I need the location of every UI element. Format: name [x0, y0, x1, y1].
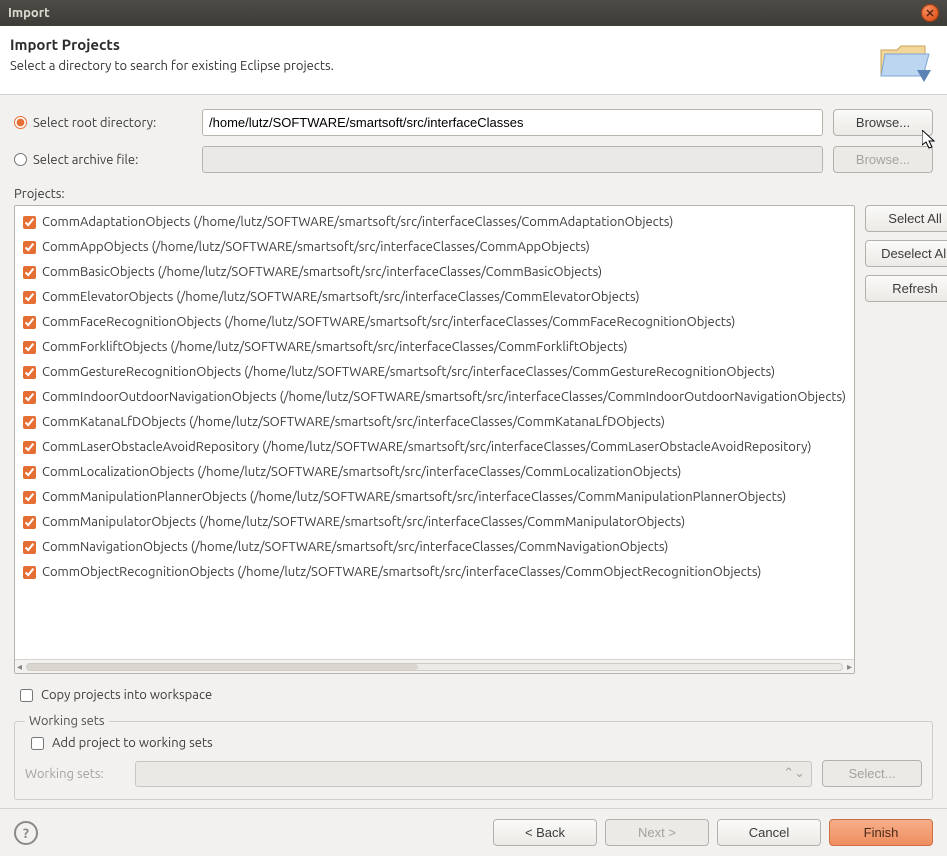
scroll-right-icon[interactable]: ▸	[847, 661, 852, 673]
project-item[interactable]: CommGestureRecognitionObjects (/home/lut…	[15, 360, 854, 385]
archive-file-radio-label: Select archive file:	[33, 153, 138, 167]
scroll-thumb[interactable]	[27, 664, 418, 670]
close-icon[interactable]: ✕	[921, 4, 939, 22]
deselect-all-button[interactable]: Deselect All	[865, 240, 947, 267]
archive-file-radio-input[interactable]	[14, 153, 27, 166]
add-to-working-sets-checkbox[interactable]: Add project to working sets	[25, 736, 922, 750]
project-item[interactable]: CommNavigationObjects (/home/lutz/SOFTWA…	[15, 535, 854, 560]
project-checkbox[interactable]	[23, 466, 36, 479]
project-label: CommBasicObjects (/home/lutz/SOFTWARE/sm…	[42, 262, 602, 283]
back-button[interactable]: < Back	[493, 819, 597, 846]
project-checkbox[interactable]	[23, 441, 36, 454]
projects-label: Projects:	[14, 187, 933, 201]
page-subtitle: Select a directory to search for existin…	[10, 59, 877, 73]
project-label: CommObjectRecognitionObjects (/home/lutz…	[42, 562, 761, 583]
project-checkbox[interactable]	[23, 291, 36, 304]
cancel-button[interactable]: Cancel	[717, 819, 821, 846]
finish-button[interactable]: Finish	[829, 819, 933, 846]
project-item[interactable]: CommBasicObjects (/home/lutz/SOFTWARE/sm…	[15, 260, 854, 285]
project-item[interactable]: CommAppObjects (/home/lutz/SOFTWARE/smar…	[15, 235, 854, 260]
project-label: CommKatanaLfDObjects (/home/lutz/SOFTWAR…	[42, 412, 665, 433]
root-directory-radio-label: Select root directory:	[33, 116, 156, 130]
root-directory-radio-input[interactable]	[14, 116, 27, 129]
scroll-left-icon[interactable]: ◂	[17, 661, 22, 673]
project-item[interactable]: CommAdaptationObjects (/home/lutz/SOFTWA…	[15, 210, 854, 235]
project-item[interactable]: CommLaserObstacleAvoidRepository (/home/…	[15, 435, 854, 460]
refresh-button[interactable]: Refresh	[865, 275, 947, 302]
project-checkbox[interactable]	[23, 316, 36, 329]
root-directory-radio[interactable]: Select root directory:	[14, 116, 192, 130]
project-item[interactable]: CommFaceRecognitionObjects (/home/lutz/S…	[15, 310, 854, 335]
archive-file-input	[202, 146, 823, 173]
page-title: Import Projects	[10, 36, 877, 53]
browse-archive-button: Browse...	[833, 146, 933, 173]
project-label: CommGestureRecognitionObjects (/home/lut…	[42, 362, 775, 383]
project-item[interactable]: CommManipulationPlannerObjects (/home/lu…	[15, 485, 854, 510]
project-checkbox[interactable]	[23, 391, 36, 404]
project-label: CommAdaptationObjects (/home/lutz/SOFTWA…	[42, 212, 673, 233]
project-label: CommNavigationObjects (/home/lutz/SOFTWA…	[42, 537, 668, 558]
help-icon[interactable]: ?	[14, 821, 38, 845]
project-checkbox[interactable]	[23, 241, 36, 254]
project-checkbox[interactable]	[23, 516, 36, 529]
project-checkbox[interactable]	[23, 266, 36, 279]
archive-file-radio[interactable]: Select archive file:	[14, 153, 192, 167]
project-label: CommManipulatorObjects (/home/lutz/SOFTW…	[42, 512, 685, 533]
project-label: CommLaserObstacleAvoidRepository (/home/…	[42, 437, 811, 458]
project-label: CommAppObjects (/home/lutz/SOFTWARE/smar…	[42, 237, 590, 258]
project-label: CommFaceRecognitionObjects (/home/lutz/S…	[42, 312, 735, 333]
scroll-track[interactable]	[26, 663, 843, 671]
project-item[interactable]: CommLocalizationObjects (/home/lutz/SOFT…	[15, 460, 854, 485]
project-label: CommIndoorOutdoorNavigationObjects (/hom…	[42, 387, 846, 408]
import-folder-icon	[877, 36, 931, 84]
project-checkbox[interactable]	[23, 216, 36, 229]
wizard-header: Import Projects Select a directory to se…	[0, 26, 947, 95]
project-checkbox[interactable]	[23, 566, 36, 579]
project-checkbox[interactable]	[23, 416, 36, 429]
next-button: Next >	[605, 819, 709, 846]
working-sets-combo-label: Working sets:	[25, 767, 125, 781]
project-checkbox[interactable]	[23, 341, 36, 354]
root-directory-input[interactable]	[202, 109, 823, 136]
copy-into-workspace-checkbox[interactable]: Copy projects into workspace	[14, 688, 933, 702]
project-checkbox[interactable]	[23, 541, 36, 554]
project-label: CommElevatorObjects (/home/lutz/SOFTWARE…	[42, 287, 640, 308]
add-to-working-sets-label: Add project to working sets	[52, 736, 213, 750]
project-checkbox[interactable]	[23, 491, 36, 504]
project-item[interactable]: CommElevatorObjects (/home/lutz/SOFTWARE…	[15, 285, 854, 310]
project-item[interactable]: CommManipulatorObjects (/home/lutz/SOFTW…	[15, 510, 854, 535]
projects-horizontal-scrollbar[interactable]: ◂ ▸	[15, 659, 854, 673]
project-checkbox[interactable]	[23, 366, 36, 379]
project-item[interactable]: CommForkliftObjects (/home/lutz/SOFTWARE…	[15, 335, 854, 360]
project-label: CommManipulationPlannerObjects (/home/lu…	[42, 487, 786, 508]
working-sets-combo: ⌃⌄	[135, 761, 812, 787]
copy-into-workspace-label: Copy projects into workspace	[41, 688, 212, 702]
window-title: Import	[8, 6, 921, 20]
browse-root-button[interactable]: Browse...	[833, 109, 933, 136]
projects-list[interactable]: CommAdaptationObjects (/home/lutz/SOFTWA…	[15, 206, 854, 659]
combo-stepper-icon: ⌃⌄	[783, 766, 805, 781]
project-label: CommLocalizationObjects (/home/lutz/SOFT…	[42, 462, 681, 483]
titlebar: Import ✕	[0, 0, 947, 26]
working-sets-legend: Working sets	[25, 714, 109, 728]
select-all-button[interactable]: Select All	[865, 205, 947, 232]
working-sets-select-button: Select...	[822, 760, 922, 787]
project-item[interactable]: CommObjectRecognitionObjects (/home/lutz…	[15, 560, 854, 585]
project-item[interactable]: CommKatanaLfDObjects (/home/lutz/SOFTWAR…	[15, 410, 854, 435]
projects-list-box: CommAdaptationObjects (/home/lutz/SOFTWA…	[14, 205, 855, 674]
copy-into-workspace-checkbox-input[interactable]	[20, 689, 33, 702]
wizard-footer: ? < Back Next > Cancel Finish	[0, 808, 947, 856]
project-item[interactable]: CommIndoorOutdoorNavigationObjects (/hom…	[15, 385, 854, 410]
project-label: CommForkliftObjects (/home/lutz/SOFTWARE…	[42, 337, 628, 358]
working-sets-group: Working sets Add project to working sets…	[14, 714, 933, 800]
add-to-working-sets-checkbox-input[interactable]	[31, 737, 44, 750]
